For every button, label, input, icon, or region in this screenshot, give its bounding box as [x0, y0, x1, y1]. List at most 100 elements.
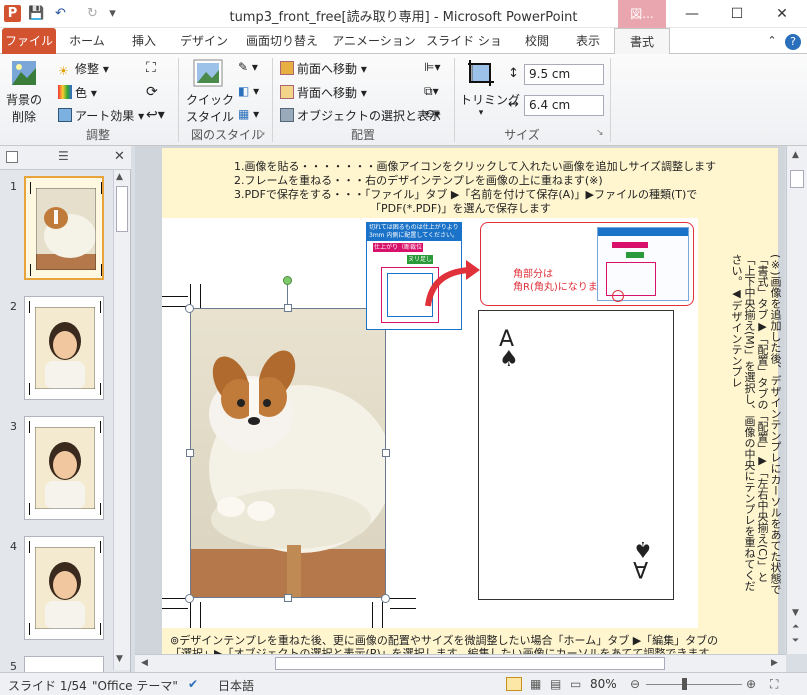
height-input[interactable]: 9.5 cm: [524, 64, 604, 85]
corrections-button[interactable]: ☀ 修整 ▾: [58, 60, 109, 78]
slide-thumbnail[interactable]: [24, 536, 104, 640]
spelling-check-icon[interactable]: ✔: [188, 677, 198, 691]
art-effects-button[interactable]: アート効果 ▾: [58, 107, 144, 124]
reset-picture-icon[interactable]: ↩▾: [146, 107, 165, 123]
picture-layout-button[interactable]: ▦ ▾: [238, 107, 259, 121]
resize-handle[interactable]: [185, 594, 194, 603]
tab-format[interactable]: 書式: [614, 28, 670, 55]
pen-icon: ✎: [238, 60, 249, 74]
tab-transitions[interactable]: 画面切り替え: [240, 28, 324, 54]
minimize-ribbon-icon[interactable]: ⌃: [764, 28, 780, 54]
tab-slideshow[interactable]: スライド ショー: [424, 28, 504, 74]
theme-name[interactable]: "Office テーマ": [92, 677, 178, 694]
crop-mark: [390, 598, 416, 599]
fit-to-window-icon[interactable]: ⛶: [770, 677, 778, 692]
dog-photo: [191, 309, 385, 597]
zoom-slider-thumb[interactable]: [682, 678, 687, 690]
selected-picture[interactable]: [190, 308, 386, 598]
crop-mark: [100, 421, 101, 433]
art-effects-icon: [58, 108, 72, 122]
zoom-in-icon[interactable]: ⊕: [746, 677, 756, 691]
reading-view-icon[interactable]: ▤: [550, 677, 561, 691]
group-label-size: サイズ: [504, 128, 540, 142]
change-picture-icon[interactable]: ⟳: [146, 84, 158, 100]
slideshow-view-icon[interactable]: ▭: [570, 677, 581, 691]
resize-handle[interactable]: [186, 449, 194, 457]
close-button[interactable]: ✕: [760, 0, 804, 28]
close-pane-icon[interactable]: ✕: [114, 149, 125, 164]
resize-handle[interactable]: [284, 594, 292, 602]
slide-sorter-icon[interactable]: ▦: [530, 677, 541, 691]
title-bar: P 💾 ↶ ↻ ▾ tump3_front_free[読み取り専用] - Mic…: [0, 0, 807, 28]
crop-button[interactable]: トリミング ▾: [460, 58, 520, 122]
width-input[interactable]: 6.4 cm: [524, 95, 604, 116]
resize-handle[interactable]: [382, 449, 390, 457]
help-icon[interactable]: ?: [784, 28, 802, 54]
picture-tools-context-tab[interactable]: 図...: [618, 0, 666, 28]
slide-indicator: スライド 1/54: [8, 679, 87, 693]
horizontal-scrollbar[interactable]: ◀ ▶: [135, 654, 786, 672]
next-slide-icon: ⏷: [792, 636, 800, 646]
normal-view-icon[interactable]: [506, 677, 522, 691]
slides-view-icon[interactable]: [6, 151, 18, 163]
slides-pane-scrollbar[interactable]: ▲ ▼: [113, 170, 130, 670]
slide-thumbnail[interactable]: [24, 296, 104, 400]
selection-pane-button[interactable]: オブジェクトの選択と表示: [280, 107, 441, 124]
tab-review[interactable]: 校閲: [512, 28, 562, 54]
dialog-launcher-icon[interactable]: ↘: [258, 128, 266, 138]
size-dialog-launcher-icon[interactable]: ↘: [596, 128, 604, 138]
tab-view[interactable]: 表示: [566, 28, 610, 54]
scroll-thumb: [275, 657, 665, 670]
group-objects-icon[interactable]: ⧉▾: [424, 84, 439, 99]
language[interactable]: 日本語: [218, 677, 254, 694]
tab-home[interactable]: ホーム: [62, 28, 112, 54]
quick-styles-button[interactable]: クイック スタイル: [186, 58, 234, 124]
outline-view-icon[interactable]: ☰: [58, 149, 69, 163]
crop-mark: [30, 264, 31, 276]
slide-thumbnail[interactable]: [24, 176, 104, 280]
crop-mark: [200, 602, 201, 628]
vertical-scrollbar[interactable]: ▲ ▼ ⏶ ⏷: [786, 146, 807, 654]
resize-handle[interactable]: [185, 304, 194, 313]
compress-pictures-icon[interactable]: ⛶: [146, 60, 156, 76]
bring-forward-button[interactable]: 前面へ移動 ▾: [280, 60, 367, 77]
maximize-button[interactable]: ☐: [715, 0, 759, 28]
guide-finish-label: 仕上がり（断裁位置）: [373, 243, 423, 260]
remove-background-button[interactable]: 背景の 削除: [4, 58, 44, 124]
child-photo-thumb: [35, 307, 95, 389]
slide-thumbnail[interactable]: [24, 416, 104, 520]
zoom-slider-track[interactable]: [646, 684, 742, 685]
slide-number: 3: [10, 420, 17, 433]
picture-effects-button[interactable]: ◧ ▾: [238, 84, 259, 98]
crop-mark: [390, 608, 416, 609]
align-icon[interactable]: ⊫▾: [424, 60, 440, 74]
scroll-right-icon: ▶: [771, 658, 778, 668]
crop-mark: [372, 602, 373, 628]
picture-border-button[interactable]: ✎ ▾: [238, 60, 258, 74]
rotate-icon[interactable]: ⟲▾: [424, 107, 440, 121]
zoom-level[interactable]: 80%: [590, 677, 617, 691]
instruction-3-cont: 「PDF(*.PDF)」を選んで保存します: [370, 202, 551, 215]
width-icon: ↔: [508, 97, 519, 112]
resize-handle[interactable]: [381, 594, 390, 603]
resize-handle[interactable]: [284, 304, 292, 312]
color-button[interactable]: 色 ▾: [58, 84, 97, 101]
playing-card-template[interactable]: A ♠ ♠ A: [478, 310, 674, 600]
status-bar: スライド 1/54 "Office テーマ" ✔ 日本語 ▦ ▤ ▭ 80% ⊖…: [0, 672, 807, 695]
child-photo-thumb: [35, 427, 95, 509]
rotation-handle[interactable]: [283, 276, 292, 285]
send-backward-button[interactable]: 背面へ移動 ▾: [280, 84, 367, 101]
slide-number: 4: [10, 540, 17, 553]
scroll-down-icon: ▼: [792, 608, 799, 618]
crop-mark: [382, 602, 383, 628]
minimize-button[interactable]: —: [670, 0, 714, 28]
bring-forward-icon: [280, 61, 294, 75]
zoom-out-icon[interactable]: ⊖: [630, 677, 640, 691]
tab-design[interactable]: デザイン: [176, 28, 232, 54]
scroll-up-icon: ▲: [116, 172, 123, 182]
corner-note-box: 角部分は 角R(角丸)になります↘: [480, 222, 694, 306]
tab-insert[interactable]: 挿入: [120, 28, 168, 54]
tab-animations[interactable]: アニメーション: [332, 28, 416, 54]
tab-file[interactable]: ファイル: [2, 28, 56, 54]
dog-photo-thumb: [36, 188, 96, 270]
